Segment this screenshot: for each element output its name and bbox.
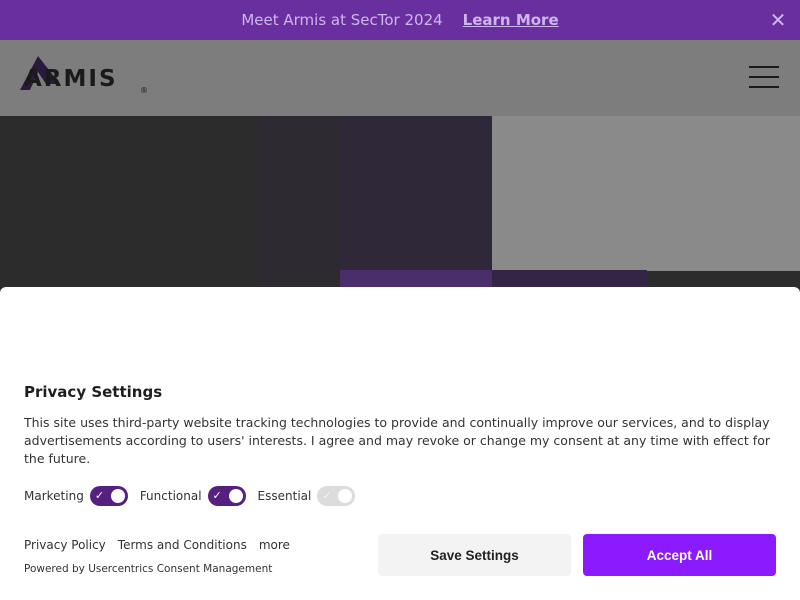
hero-block [260,116,340,286]
footer-links: Privacy Policy Terms and Conditions more [24,538,302,552]
close-icon[interactable]: ✕ [768,10,788,30]
powered-by-text: Powered by Usercentrics Consent Manageme… [24,563,273,575]
terms-link[interactable]: Terms and Conditions [118,538,247,552]
hamburger-icon[interactable] [749,66,781,90]
toggle-functional: Functional ✓ [140,486,246,506]
logo-registered-mark: ® [140,86,148,95]
check-icon: ✓ [212,489,222,502]
switch-knob [110,489,125,503]
check-icon: ✓ [322,489,332,502]
toggle-label: Functional [139,489,202,503]
toggle-label: Essential [257,489,312,503]
save-settings-button[interactable]: Save Settings [378,534,571,576]
modal-title: Privacy Settings [24,383,163,401]
site-header: ARMIS ® [0,40,800,116]
learn-more-link[interactable]: Learn More [463,11,559,29]
switch-knob [228,489,243,503]
accept-all-button[interactable]: Accept All [583,534,776,576]
marketing-switch[interactable]: ✓ [89,486,128,506]
logo-text: ARMIS [24,66,118,92]
modal-description: This site uses third-party website track… [24,415,770,466]
consent-toggles: Marketing ✓ Functional ✓ Essential ✓ [24,486,367,506]
hero-block [340,116,492,286]
privacy-policy-link[interactable]: Privacy Policy [24,538,106,552]
essential-switch: ✓ [317,486,356,506]
toggle-marketing: Marketing ✓ [24,486,128,506]
privacy-settings-modal: Privacy Settings This site uses third-pa… [0,287,800,600]
switch-knob [338,489,353,503]
functional-switch[interactable]: ✓ [207,486,246,506]
hero-section [0,116,800,316]
announcement-message: Meet Armis at SecTor 2024 [241,11,443,29]
announcement-bar: Meet Armis at SecTor 2024 Learn More ✕ [0,0,800,40]
hero-block [492,116,800,271]
more-link[interactable]: more [259,538,290,552]
toggle-essential: Essential ✓ [258,486,356,506]
check-icon: ✓ [94,489,105,502]
toggle-label: Marketing [24,489,84,503]
